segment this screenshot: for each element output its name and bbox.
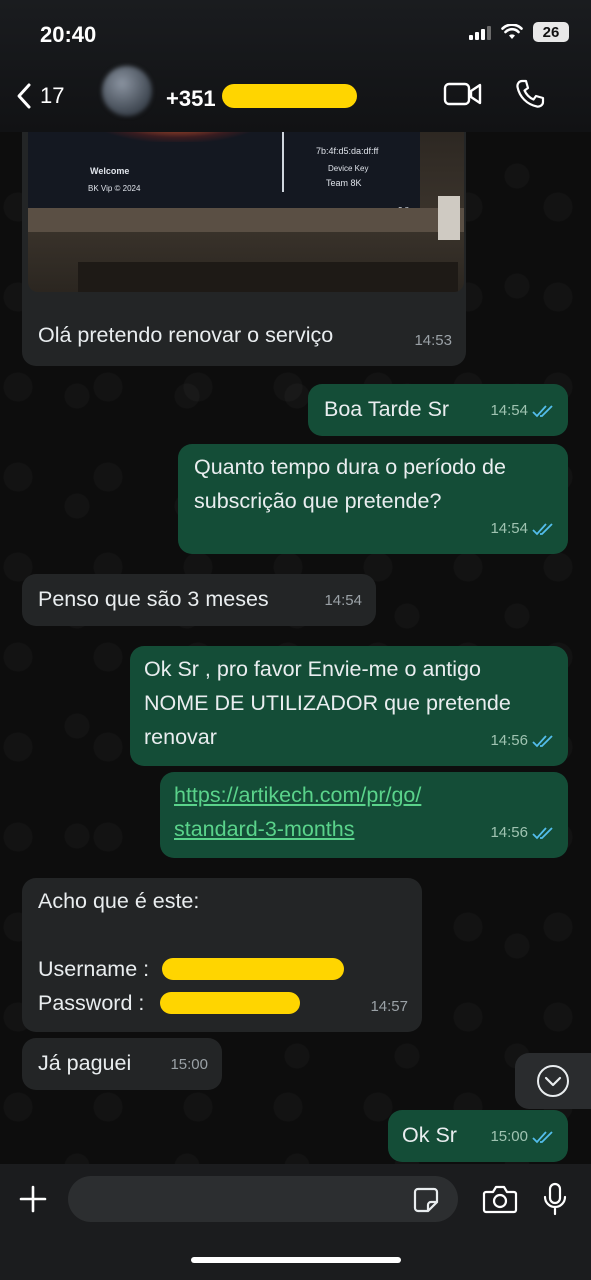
message-text-line: Quanto tempo dura o período de	[194, 455, 506, 479]
outgoing-message[interactable]: Quanto tempo dura o período de subscriçã…	[178, 444, 568, 554]
back-chevron-icon	[17, 83, 31, 109]
tv-shelf	[28, 208, 464, 232]
home-indicator	[191, 1257, 401, 1263]
message-meta: 14:56	[490, 724, 554, 758]
incoming-message[interactable]: Acho que é este: Username : Password : 1…	[22, 878, 422, 1032]
sticker-icon[interactable]	[412, 1186, 440, 1214]
redaction-mark	[222, 84, 357, 108]
message-time: 14:54	[324, 592, 362, 609]
message-time: 14:54	[490, 520, 528, 537]
message-text-line: NOME DE UTILIZADOR que pretende	[144, 691, 511, 715]
message-text: Olá pretendo renovar o serviço	[38, 323, 334, 347]
message-time: 14:57	[370, 998, 408, 1015]
redaction-mark	[160, 992, 300, 1014]
incoming-message[interactable]: Penso que são 3 meses 14:54	[22, 574, 376, 626]
wifi-icon	[501, 24, 523, 39]
message-meta: 15:00	[490, 1120, 554, 1154]
plus-icon[interactable]	[18, 1184, 48, 1214]
password-label: Password :	[38, 991, 145, 1015]
link-url-line[interactable]: https://artikech.com/pr/go/	[174, 778, 421, 812]
message-time: 14:56	[490, 824, 528, 841]
message-meta: 14:54	[490, 394, 554, 428]
image-message[interactable]: Welcome BK Vip © 2024 7b:4f:d5:da:df:ff …	[22, 112, 466, 366]
scroll-to-bottom-button[interactable]	[515, 1053, 591, 1109]
outgoing-message[interactable]: Ok Sr 15:00	[388, 1110, 568, 1162]
message-text-line: Acho que é este:	[38, 889, 200, 913]
outgoing-message[interactable]: Ok Sr , pro favor Envie-me o antigo NOME…	[130, 646, 568, 766]
outgoing-link-message[interactable]: https://artikech.com/pr/go/ standard-3-m…	[160, 772, 568, 858]
status-icons: 26	[469, 22, 569, 42]
message-input[interactable]	[68, 1176, 458, 1222]
message-time: 15:00	[170, 1056, 208, 1073]
message-text: Já paguei	[38, 1051, 132, 1075]
incoming-message[interactable]: Já paguei 15:00	[22, 1038, 222, 1090]
battery-indicator: 26	[533, 22, 569, 42]
message-time: 14:56	[490, 732, 528, 749]
double-check-icon	[532, 405, 553, 418]
message-text-line: renovar	[144, 725, 217, 749]
username-label: Username :	[38, 957, 150, 981]
scroll-down-icon	[537, 1065, 569, 1097]
double-check-icon	[532, 523, 553, 536]
message-time: 14:54	[490, 402, 528, 419]
contact-name[interactable]: +351	[166, 86, 216, 112]
back-button[interactable]: 17	[16, 82, 64, 110]
tv-cabinet	[78, 262, 458, 292]
double-check-icon	[532, 1131, 553, 1144]
outgoing-message[interactable]: Boa Tarde Sr 14:54	[308, 384, 568, 436]
signal-icon	[469, 24, 491, 40]
redaction-mark	[162, 958, 344, 980]
photo-attachment[interactable]: Welcome BK Vip © 2024 7b:4f:d5:da:df:ff …	[28, 112, 464, 292]
double-check-icon	[532, 827, 553, 840]
avatar[interactable]	[102, 66, 152, 116]
top-bar: 20:40 26 17 +351	[0, 0, 591, 132]
camera-icon[interactable]	[482, 1184, 518, 1214]
status-time: 20:40	[40, 22, 97, 47]
message-text-line: Ok Sr , pro favor Envie-me o antigo	[144, 657, 481, 681]
message-meta: 14:54	[490, 512, 554, 546]
unread-count: 17	[40, 83, 65, 108]
speaker-object	[438, 196, 460, 240]
message-time: 15:00	[490, 1128, 528, 1145]
message-text: Ok Sr	[402, 1123, 457, 1147]
double-check-icon	[532, 735, 553, 748]
message-text: Penso que são 3 meses	[38, 587, 269, 611]
chat-header: 17 +351	[0, 66, 591, 128]
message-meta: 14:56	[490, 816, 554, 850]
tv-brand-text: BK Vip © 2024	[88, 184, 141, 193]
link-url-line[interactable]: standard-3-months	[174, 812, 354, 846]
message-text: Boa Tarde Sr	[324, 397, 450, 421]
phone-icon[interactable]	[514, 78, 546, 110]
tv-team-text: Team 8K	[326, 178, 362, 188]
message-time: 14:53	[414, 332, 452, 349]
message-text-line: subscrição que pretende?	[194, 489, 442, 513]
microphone-icon[interactable]	[542, 1182, 568, 1216]
video-call-icon[interactable]	[443, 80, 483, 108]
